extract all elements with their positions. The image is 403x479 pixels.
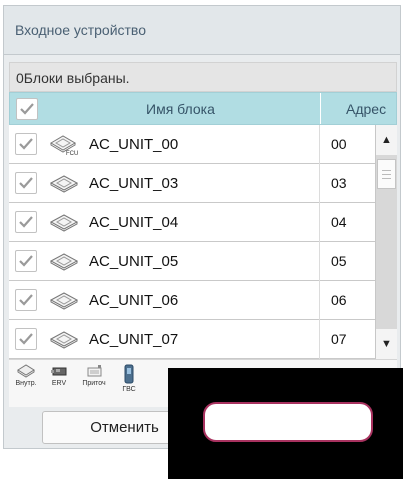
unit-name: AC_UNIT_07	[89, 331, 179, 348]
unit-address: 05	[331, 253, 347, 269]
unit-address: 03	[331, 175, 347, 191]
filter-supply[interactable]: Приточ	[78, 364, 110, 387]
table-row[interactable]: AC_UNIT_04 04	[9, 203, 375, 242]
cassette-unit-icon	[49, 253, 79, 271]
unit-address: 06	[331, 292, 347, 308]
cassette-unit-icon	[49, 214, 79, 232]
unit-name: AC_UNIT_00	[89, 136, 179, 153]
checkmark-icon	[19, 333, 33, 345]
highlighted-confirm-button[interactable]	[203, 402, 373, 442]
row-checkbox[interactable]	[15, 211, 37, 233]
column-header-unit-name[interactable]: Имя блока	[146, 101, 215, 117]
cassette-unit-icon	[49, 292, 79, 310]
table-row[interactable]: AC_UNIT_05 05	[9, 242, 375, 281]
filter-hot-water[interactable]: ГВС	[113, 364, 145, 393]
erv-icon	[51, 367, 67, 376]
scroll-up-button[interactable]: ▲	[376, 125, 397, 155]
row-checkbox[interactable]	[15, 250, 37, 272]
unit-name: AC_UNIT_04	[89, 214, 179, 231]
column-divider	[320, 93, 321, 124]
unit-name: AC_UNIT_03	[89, 175, 179, 192]
checkmark-icon	[20, 103, 34, 115]
unit-address: 07	[331, 331, 347, 347]
unit-list: FCU AC_UNIT_00 00 AC_UNIT_03 03 AC_UNIT_…	[9, 125, 375, 359]
cassette-unit-icon	[49, 331, 79, 349]
checkmark-icon	[19, 138, 33, 150]
column-divider	[319, 125, 320, 164]
column-divider	[319, 164, 320, 203]
dialog-title-bar: Входное устройство	[4, 6, 400, 55]
column-divider	[319, 320, 320, 359]
checkmark-icon	[19, 216, 33, 228]
filter-indoor[interactable]: Внутр.	[10, 364, 42, 387]
scroll-down-icon: ▼	[381, 338, 392, 350]
filter-label: ГВС	[122, 386, 136, 393]
column-header-address[interactable]: Адрес	[346, 101, 386, 117]
filter-erv[interactable]: ERV	[43, 364, 75, 387]
row-checkbox[interactable]	[15, 133, 37, 155]
fcu-cassette-icon: FCU	[50, 135, 78, 156]
unit-address: 04	[331, 214, 347, 230]
table-header: Имя блока Адрес	[9, 92, 397, 125]
table-row[interactable]: AC_UNIT_03 03	[9, 164, 375, 203]
selection-count-text: 0Блоки выбраны.	[16, 70, 130, 86]
filter-label: Внутр.	[15, 380, 37, 387]
unit-list-scrollbar[interactable]: ▲ ▼	[375, 125, 397, 359]
cassette-unit-icon	[49, 175, 79, 193]
svg-text:FCU: FCU	[66, 151, 78, 156]
checkmark-icon	[19, 255, 33, 267]
row-checkbox[interactable]	[15, 328, 37, 350]
scroll-down-button[interactable]: ▼	[376, 329, 397, 359]
column-divider	[319, 281, 320, 320]
table-row[interactable]: FCU AC_UNIT_00 00	[9, 125, 375, 164]
selection-info-bar: 0Блоки выбраны.	[9, 62, 397, 92]
row-checkbox[interactable]	[15, 172, 37, 194]
scroll-up-icon: ▲	[381, 134, 392, 146]
select-all-checkbox[interactable]	[16, 98, 38, 120]
table-row[interactable]: AC_UNIT_06 06	[9, 281, 375, 320]
dialog-title: Входное устройство	[15, 22, 146, 38]
unit-address: 00	[331, 136, 347, 152]
column-divider	[319, 203, 320, 242]
table-row[interactable]: AC_UNIT_07 07	[9, 320, 375, 359]
filter-label: Приточ	[82, 380, 106, 387]
scroll-thumb[interactable]	[377, 159, 396, 189]
checkmark-icon	[19, 177, 33, 189]
unit-name: AC_UNIT_05	[89, 253, 179, 270]
supply-air-icon	[87, 365, 102, 377]
unit-name: AC_UNIT_06	[89, 292, 179, 309]
checkmark-icon	[19, 294, 33, 306]
indoor-unit-icon	[17, 364, 35, 378]
row-checkbox[interactable]	[15, 289, 37, 311]
filter-label: ERV	[51, 380, 67, 387]
column-divider	[319, 242, 320, 281]
hot-water-icon	[124, 364, 134, 384]
